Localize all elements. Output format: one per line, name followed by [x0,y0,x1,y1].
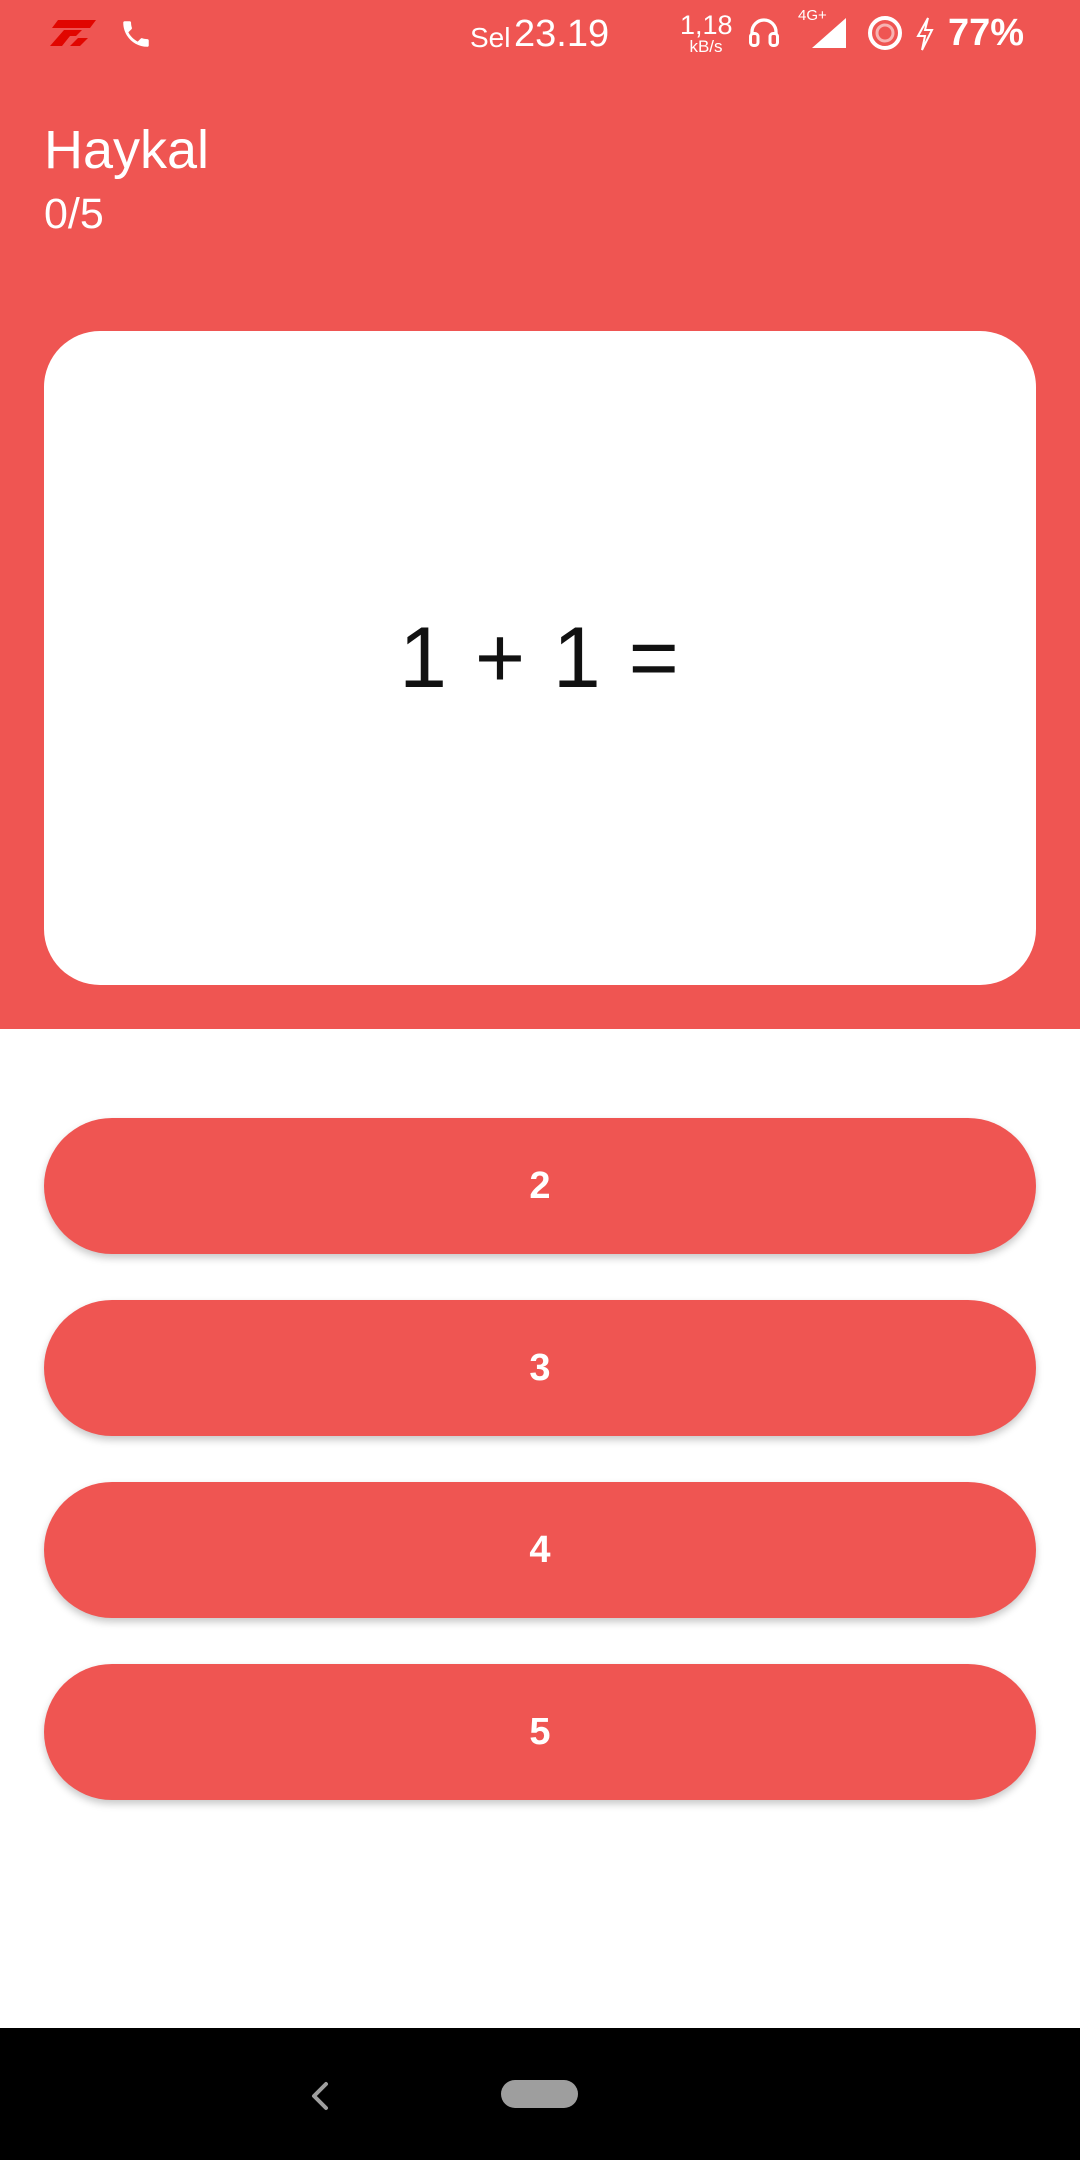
signal-icon [810,16,848,50]
status-time: 23.19 [514,13,610,55]
answer-button[interactable]: 2 [44,1118,1036,1254]
question-text: 1 + 1 = [399,610,681,706]
answer-button[interactable]: 5 [44,1664,1036,1800]
question-card: 1 + 1 = [44,331,1036,985]
status-day: Sel [470,22,511,53]
answer-button[interactable]: 3 [44,1300,1036,1436]
network-speed: 1,18 kB/s [680,10,733,56]
status-bar: Sel 23.19 1,18 kB/s 4G+ 77% [0,0,1080,70]
charging-bolt-icon [912,14,938,54]
headset-icon [744,12,784,52]
f1-logo-icon [48,16,98,52]
player-name: Haykal [44,120,210,180]
answer-button[interactable]: 4 [44,1482,1036,1618]
score-counter: 0/5 [44,190,104,238]
network-speed-value: 1,18 [680,10,733,40]
home-pill[interactable] [501,2080,578,2108]
network-speed-unit: kB/s [689,37,723,56]
phone-icon [116,14,156,54]
header-area: Sel 23.19 1,18 kB/s 4G+ 77% Haykal 0/5 1… [0,0,1080,1029]
back-icon[interactable] [302,2076,338,2116]
navigation-bar [0,2028,1080,2160]
ring-icon [866,14,904,52]
answer-list: 2 3 4 5 [44,1118,1036,1846]
battery-level: 77% [948,12,1025,54]
